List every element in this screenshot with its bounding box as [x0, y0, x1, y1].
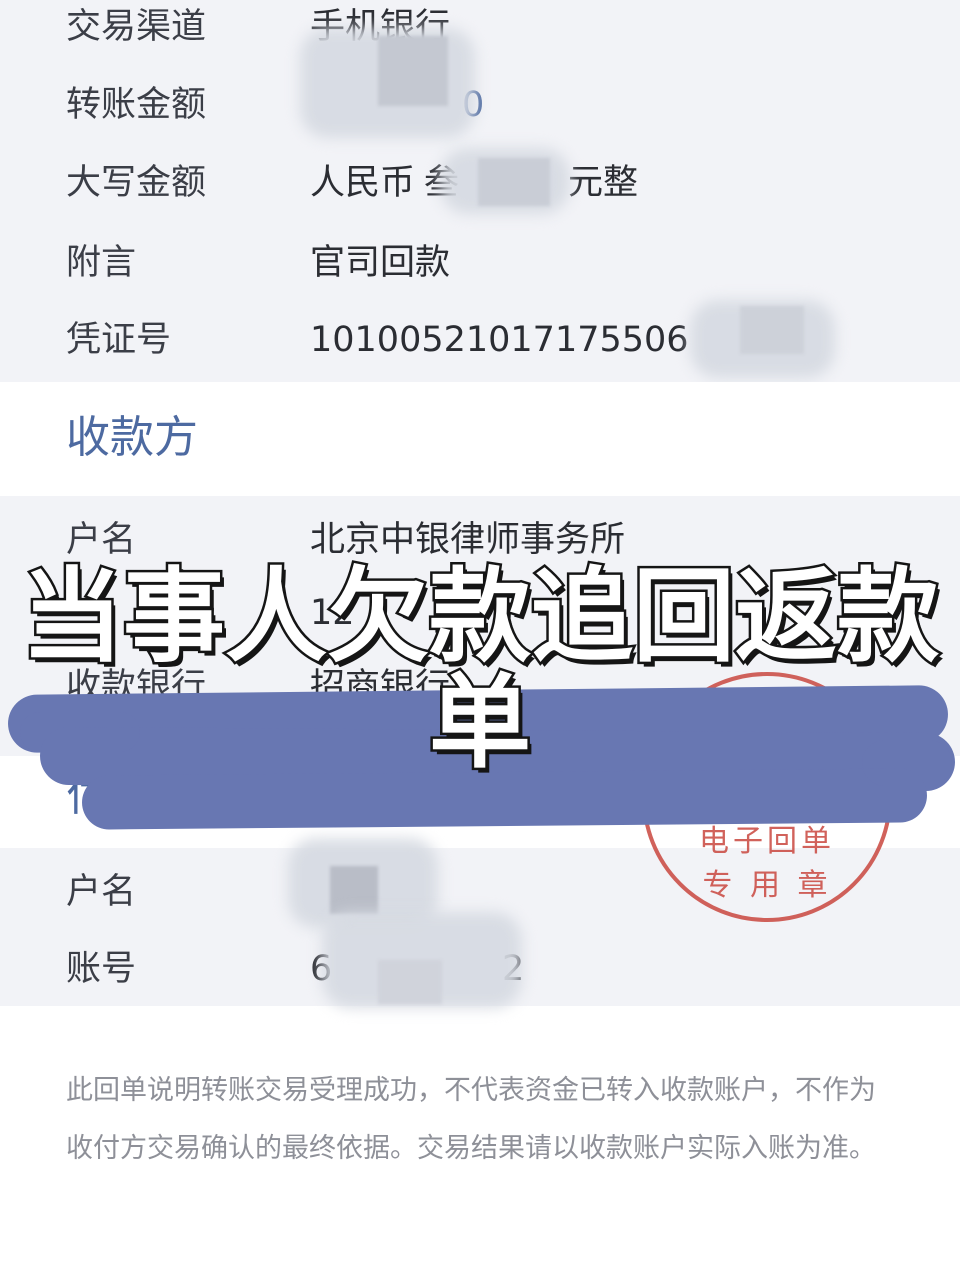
payer-account-redaction-pixel — [378, 960, 442, 1004]
amount-caps-prefix: 人民币 — [310, 163, 416, 203]
voucher-redaction-pixel — [740, 306, 804, 354]
payer-name-label: 户名 — [66, 872, 137, 912]
channel-row: 交易渠道 手机银行 — [0, 0, 960, 62]
headline-line-1: 当事人欠款追回返款 — [19, 558, 942, 677]
channel-label: 交易渠道 — [66, 7, 207, 47]
memo-label: 附言 — [66, 243, 137, 283]
headline-line-2: 单 — [427, 664, 534, 783]
voucher-label: 凭证号 — [66, 320, 172, 360]
memo-value: 官司回款 — [310, 243, 451, 283]
memo-row: 附言 官司回款 — [0, 228, 960, 298]
amount-caps-label: 大写金额 — [66, 163, 207, 203]
stamp-line-2: 专 用 章 — [702, 868, 832, 903]
voucher-value: 10100521017175506 — [310, 320, 689, 360]
footer-disclaimer: 此回单说明转账交易受理成功，不代表资金已转入收款账户，不作为收付方交易确认的最终… — [66, 1075, 876, 1164]
amount-caps-suffix: 元整 — [568, 163, 639, 203]
payer-account-label: 账号 — [66, 949, 137, 989]
amount-label: 转账金额 — [66, 85, 207, 125]
amount-caps-redaction-pixel — [478, 158, 550, 206]
payer-name-redaction-pixel — [330, 866, 378, 914]
amount-redaction-pixel — [378, 36, 448, 106]
amount-row: 转账金额 0 — [0, 70, 960, 140]
payee-section-title: 收款方 — [66, 412, 198, 463]
